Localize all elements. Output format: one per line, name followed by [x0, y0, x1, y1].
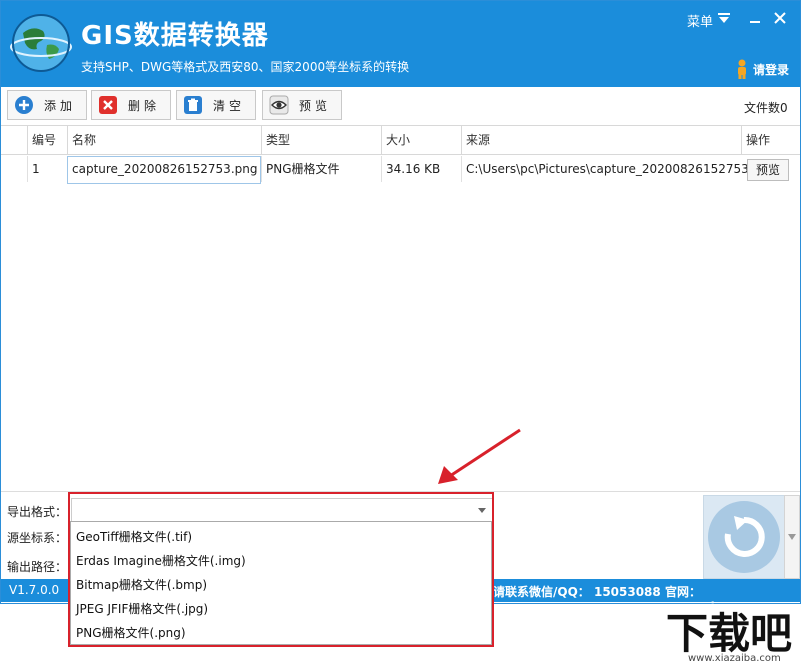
cell-name[interactable]: capture_20200826152753.png [67, 156, 261, 184]
export-format-select[interactable] [71, 498, 493, 522]
convert-options-toggle[interactable] [784, 495, 800, 579]
app-window: GIS数据转换器 支持SHP、DWG等格式及西安80、国家2000等坐标系的转换… [0, 0, 801, 614]
delete-x-icon [99, 96, 117, 114]
login-button[interactable]: 请登录 [735, 59, 789, 79]
chevron-down-icon[interactable] [717, 11, 731, 25]
globe-logo-icon [10, 14, 72, 72]
plus-icon [15, 96, 33, 114]
delete-button[interactable]: 删除 [91, 90, 171, 120]
preview-toolbar-button[interactable]: 预览 [262, 90, 342, 120]
svg-text:下载吧: 下载吧 [666, 609, 792, 658]
convert-button[interactable] [703, 495, 785, 579]
format-option-bmp[interactable]: Bitmap栅格文件(.bmp) [76, 573, 207, 597]
watermark-url: www.xiazaiba.com [688, 653, 781, 664]
clear-button[interactable]: 清空 [176, 90, 256, 120]
red-arrow-icon [438, 428, 521, 484]
toolbar: 添加 删除 清空 预览 [1, 87, 800, 123]
file-table: 编号 名称 类型 大小 来源 操作 1 capture_202008261527… [1, 125, 800, 491]
output-path-label: 输出路径： [7, 560, 68, 574]
menu-button[interactable]: 菜单 [687, 11, 713, 30]
contact-text: 请联系微信/QQ： 15053088 [493, 585, 661, 599]
table-row[interactable]: 1 capture_20200826152753.png PNG栅格文件 34.… [1, 156, 800, 184]
col-index[interactable]: 编号 [27, 126, 64, 154]
col-action[interactable]: 操作 [741, 126, 792, 154]
add-button[interactable]: 添加 [7, 90, 87, 120]
app-subtitle: 支持SHP、DWG等格式及西安80、国家2000等坐标系的转换 [81, 60, 410, 74]
file-count: 文件数0 [744, 101, 788, 115]
version-text: V1.7.0.0 [9, 583, 60, 597]
clear-label: 清空 [213, 98, 246, 113]
delete-label: 删除 [128, 98, 161, 113]
format-option-img[interactable]: Erdas Imagine栅格文件(.img) [76, 549, 246, 573]
cell-index: 1 [27, 156, 64, 182]
preview-label: 预览 [299, 98, 332, 113]
eye-icon [269, 95, 289, 115]
app-title: GIS数据转换器 [81, 21, 269, 51]
export-format-label: 导出格式： [7, 505, 68, 519]
col-size[interactable]: 大小 [381, 126, 462, 154]
cell-source: C:\Users\pc\Pictures\capture_20200826152… [461, 156, 775, 182]
col-type[interactable]: 类型 [261, 126, 382, 154]
refresh-icon [708, 501, 780, 573]
source-crs-label: 源坐标系： [7, 531, 68, 545]
cell-size: 34.16 KB [381, 156, 462, 182]
format-option-tif[interactable]: GeoTiff栅格文件(.tif) [76, 525, 192, 549]
title-bar: GIS数据转换器 支持SHP、DWG等格式及西安80、国家2000等坐标系的转换… [1, 1, 800, 87]
format-option-png[interactable]: PNG栅格文件(.png) [76, 621, 186, 645]
col-source[interactable]: 来源 [461, 126, 742, 154]
format-option-jpg[interactable]: JPEG JFIF栅格文件(.jpg) [76, 597, 208, 621]
table-header: 编号 名称 类型 大小 来源 操作 [1, 126, 800, 155]
chevron-down-icon [788, 534, 796, 540]
close-icon[interactable] [773, 11, 787, 25]
login-label: 请登录 [753, 62, 790, 77]
cell-type: PNG栅格文件 [261, 156, 382, 182]
user-icon [738, 59, 746, 79]
export-format-dropdown: GeoTiff栅格文件(.tif) Erdas Imagine栅格文件(.img… [70, 521, 492, 645]
col-name[interactable]: 名称 [67, 126, 262, 154]
minimize-icon[interactable] [748, 11, 762, 25]
add-label: 添加 [44, 98, 77, 113]
trash-icon [184, 96, 202, 114]
chevron-down-icon[interactable] [478, 506, 486, 514]
row-preview-button[interactable]: 预览 [747, 159, 789, 181]
